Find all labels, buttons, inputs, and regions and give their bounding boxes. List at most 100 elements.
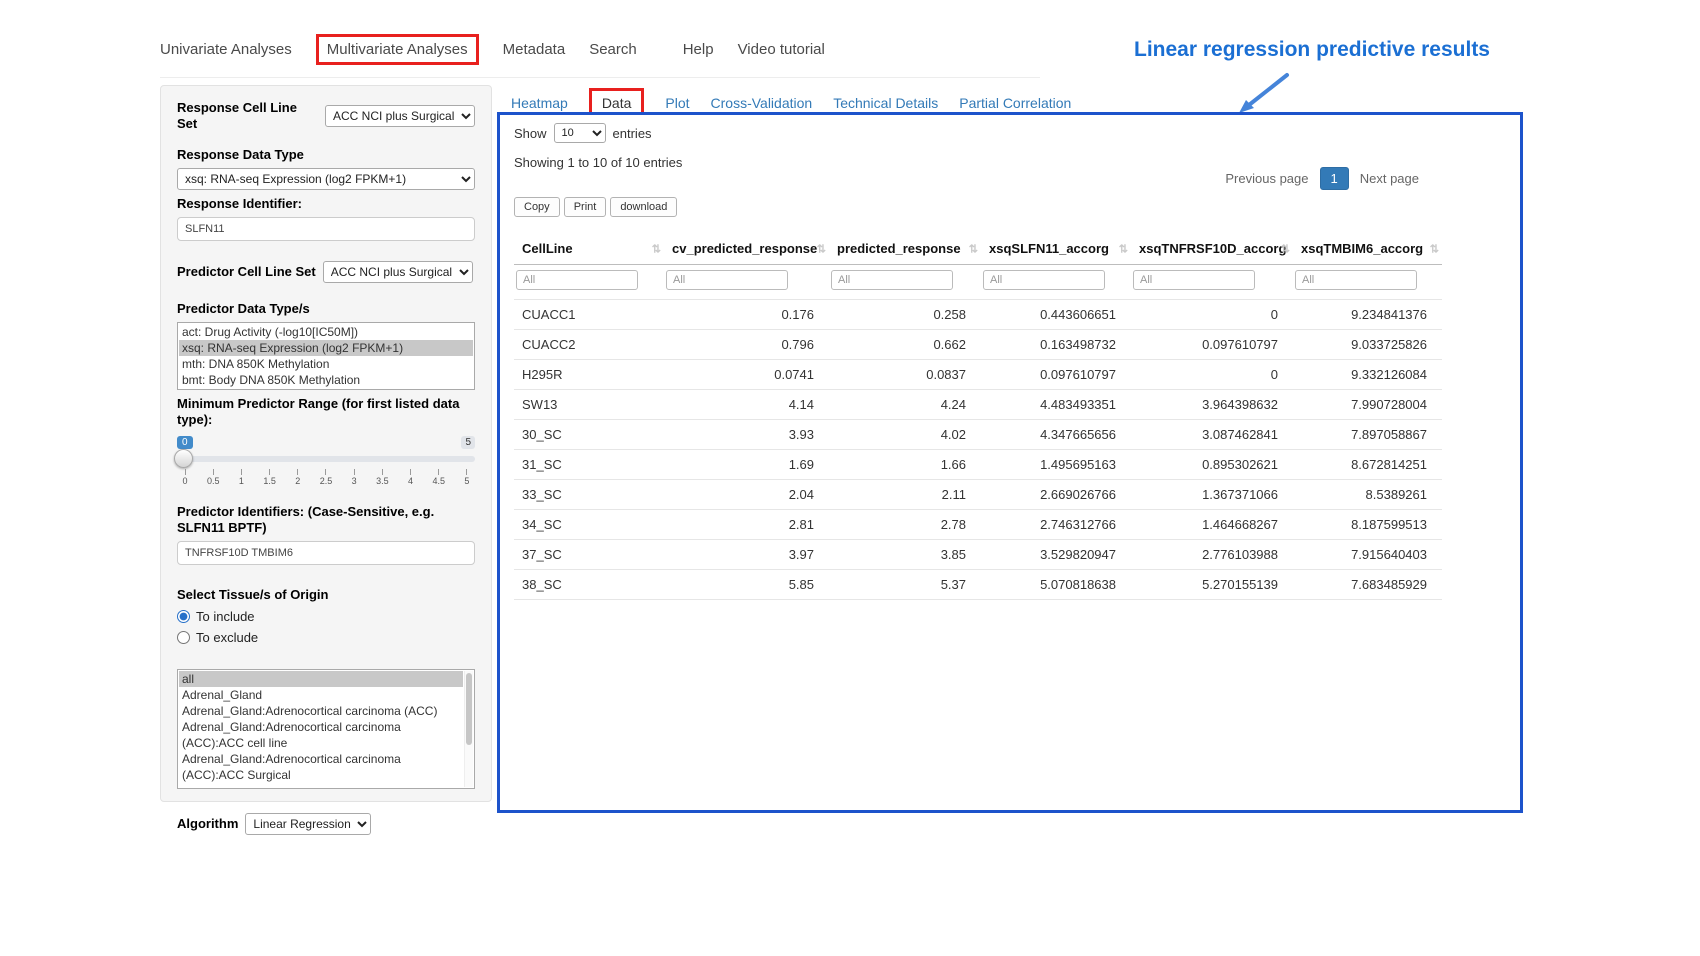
tissue-option[interactable]: Adrenal_Gland:Adrenocortical carcinoma (… (179, 751, 463, 783)
response-cell-line-set-select[interactable]: ACC NCI plus Surgical (325, 105, 475, 127)
slider-tick: 3 (348, 469, 360, 486)
column-header-xsqtnfrsf10d-accorg[interactable]: xsqTNFRSF10D_accorg⇅ (1131, 233, 1293, 265)
value-cell: 0.258 (829, 300, 981, 330)
tissue-exclude-radio[interactable]: To exclude (177, 630, 475, 645)
value-cell: 0.0837 (829, 360, 981, 390)
tissue-option[interactable]: Adrenal_Gland:Adrenocortical carcinoma (… (179, 703, 463, 719)
value-cell: 2.776103988 (1131, 540, 1293, 570)
nav-univariate-analyses[interactable]: Univariate Analyses (160, 41, 292, 58)
column-header-label: predicted_response (837, 241, 961, 256)
tissue-option[interactable]: Adrenal_Gland (179, 687, 463, 703)
slider-handle[interactable] (174, 449, 193, 468)
sort-icon[interactable]: ⇅ (652, 242, 661, 255)
slider-tick: 3.5 (376, 469, 388, 486)
next-page-button[interactable]: Next page (1354, 167, 1425, 190)
value-cell: 5.85 (664, 570, 829, 600)
response-identifier-input[interactable] (177, 217, 475, 241)
value-cell: 0.0741 (664, 360, 829, 390)
tissue-listbox: all Adrenal_Gland Adrenal_Gland:Adrenoco… (177, 669, 475, 789)
predictor-cell-line-set-label: Predictor Cell Line Set (177, 264, 316, 280)
tab-heatmap[interactable]: Heatmap (511, 95, 568, 111)
slider-tick: 0 (179, 469, 191, 486)
table-row: 33_SC2.042.112.6690267661.3673710668.538… (514, 480, 1442, 510)
table-row: 31_SC1.691.661.4956951630.8953026218.672… (514, 450, 1442, 480)
tab-cross-validation[interactable]: Cross-Validation (711, 95, 813, 111)
value-cell: 0 (1131, 300, 1293, 330)
value-cell: 1.69 (664, 450, 829, 480)
export-buttons: Copy Print download (514, 197, 1506, 217)
value-cell: 2.11 (829, 480, 981, 510)
predictor-type-option[interactable]: bmt: Body DNA 850K Methylation (179, 372, 473, 388)
nav-video-tutorial[interactable]: Video tutorial (738, 41, 825, 58)
sort-icon[interactable]: ⇅ (1430, 242, 1439, 255)
results-panel: Show 10 entries Showing 1 to 10 of 10 en… (497, 112, 1523, 813)
tab-plot[interactable]: Plot (665, 95, 689, 111)
sort-icon[interactable]: ⇅ (1119, 242, 1128, 255)
value-cell: 0.443606651 (981, 300, 1131, 330)
sort-icon[interactable]: ⇅ (817, 242, 826, 255)
predictor-type-option[interactable]: mth: DNA 850K Methylation (179, 356, 473, 372)
column-header-cv-predicted-response[interactable]: cv_predicted_response⇅ (664, 233, 829, 265)
sort-icon[interactable]: ⇅ (969, 242, 978, 255)
filter-input-xsqslfn11-accorg[interactable] (983, 270, 1105, 290)
nav-metadata[interactable]: Metadata (503, 41, 566, 58)
filter-input-xsqtmbim6-accorg[interactable] (1295, 270, 1417, 290)
algorithm-select[interactable]: Linear Regression (245, 813, 371, 835)
tissue-listbox-scrollbar[interactable] (464, 671, 473, 787)
min-predictor-range-slider[interactable]: 0 5 0 0.5 1 1.5 2 2.5 3 3.5 4 4.5 5 (177, 436, 475, 490)
tissue-option[interactable]: Adrenal_Gland:Adrenocortical carcinoma (… (179, 719, 463, 751)
value-cell: 4.02 (829, 420, 981, 450)
download-button[interactable]: download (610, 197, 677, 217)
tissue-include-radio-label: To include (196, 609, 255, 624)
table-row: CUACC10.1760.2580.44360665109.234841376 (514, 300, 1442, 330)
entries-label: entries (613, 126, 652, 141)
filter-input-predicted-response[interactable] (831, 270, 953, 290)
column-header-xsqslfn11-accorg[interactable]: xsqSLFN11_accorg⇅ (981, 233, 1131, 265)
value-cell: 5.070818638 (981, 570, 1131, 600)
table-filter-row (514, 265, 1442, 300)
predictor-cell-line-set-select[interactable]: ACC NCI plus Surgical (323, 261, 473, 283)
tab-partial-correlation[interactable]: Partial Correlation (959, 95, 1071, 111)
print-button[interactable]: Print (564, 197, 607, 217)
cellline-cell: SW13 (514, 390, 664, 420)
nav-search[interactable]: Search (589, 41, 637, 58)
slider-tick: 1 (235, 469, 247, 486)
page-1-button[interactable]: 1 (1320, 167, 1349, 190)
annotation-arrow-icon (1232, 72, 1292, 116)
entries-per-page-select[interactable]: 10 (554, 123, 606, 143)
value-cell: 9.332126084 (1293, 360, 1442, 390)
tissue-include-radio-input[interactable] (177, 610, 190, 623)
predictor-data-types-listbox: act: Drug Activity (-log10[IC50M]) xsq: … (177, 322, 475, 390)
copy-button[interactable]: Copy (514, 197, 560, 217)
nav-help[interactable]: Help (683, 41, 714, 58)
filter-input-cellline[interactable] (516, 270, 638, 290)
predictor-type-option-selected[interactable]: xsq: RNA-seq Expression (log2 FPKM+1) (179, 340, 473, 356)
predictor-identifiers-input[interactable] (177, 541, 475, 565)
nav-multivariate-analyses[interactable]: Multivariate Analyses (316, 34, 479, 65)
tissue-include-radio[interactable]: To include (177, 609, 475, 624)
column-header-predicted-response[interactable]: predicted_response ⇅ (829, 233, 981, 265)
value-cell: 3.964398632 (1131, 390, 1293, 420)
response-data-type-select[interactable]: xsq: RNA-seq Expression (log2 FPKM+1) (177, 168, 475, 190)
value-cell: 0.163498732 (981, 330, 1131, 360)
previous-page-button[interactable]: Previous page (1219, 167, 1314, 190)
tab-technical-details[interactable]: Technical Details (833, 95, 938, 111)
value-cell: 0 (1131, 360, 1293, 390)
cellline-cell: H295R (514, 360, 664, 390)
value-cell: 5.37 (829, 570, 981, 600)
select-tissue-label: Select Tissue/s of Origin (177, 587, 475, 603)
tissue-exclude-radio-input[interactable] (177, 631, 190, 644)
scrollbar-thumb[interactable] (466, 673, 472, 745)
filter-input-cv-predicted-response[interactable] (666, 270, 788, 290)
column-header-xsqtmbim6-accorg[interactable]: xsqTMBIM6_accorg⇅ (1293, 233, 1442, 265)
sort-icon[interactable]: ⇅ (1281, 242, 1290, 255)
slider-track[interactable] (177, 456, 475, 462)
value-cell: 2.78 (829, 510, 981, 540)
tissue-option-selected[interactable]: all (179, 671, 463, 687)
slider-tick: 4.5 (433, 469, 445, 486)
predictor-type-option[interactable]: act: Drug Activity (-log10[IC50M]) (179, 324, 473, 340)
filter-input-xsqtnfrsf10d-accorg[interactable] (1133, 270, 1255, 290)
slider-tick: 4 (405, 469, 417, 486)
value-cell: 9.234841376 (1293, 300, 1442, 330)
column-header-cellline[interactable]: CellLine⇅ (514, 233, 664, 265)
